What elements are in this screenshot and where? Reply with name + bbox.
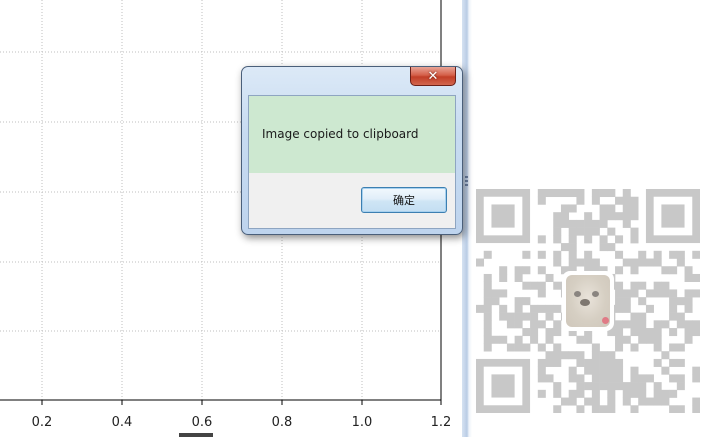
x-axis-title-fragment [179,433,213,437]
x-tick-label: 1.0 [352,415,373,430]
dialog-message-area: Image copied to clipboard [249,96,455,173]
x-axis-ticks: 0.2 0.4 0.6 0.8 1.0 1.2 [32,400,452,430]
dialog-body: Image copied to clipboard 确定 [248,95,456,229]
splitter-grip-icon[interactable] [465,176,468,188]
x-tick-label: 1.2 [431,415,452,430]
pug-icon [562,271,614,331]
x-tick-label: 0.8 [272,415,293,430]
dialog-message: Image copied to clipboard [262,127,419,141]
close-icon: ✕ [427,68,439,84]
x-tick-label: 0.6 [192,415,213,430]
x-tick-label: 0.4 [112,415,133,430]
ok-button[interactable]: 确定 [361,187,447,213]
qr-panel [472,0,723,437]
message-dialog: ✕ Image copied to clipboard 确定 [241,66,463,235]
panel-splitter[interactable] [462,0,472,437]
close-button[interactable]: ✕ [410,67,456,86]
x-tick-label: 0.2 [32,415,53,430]
